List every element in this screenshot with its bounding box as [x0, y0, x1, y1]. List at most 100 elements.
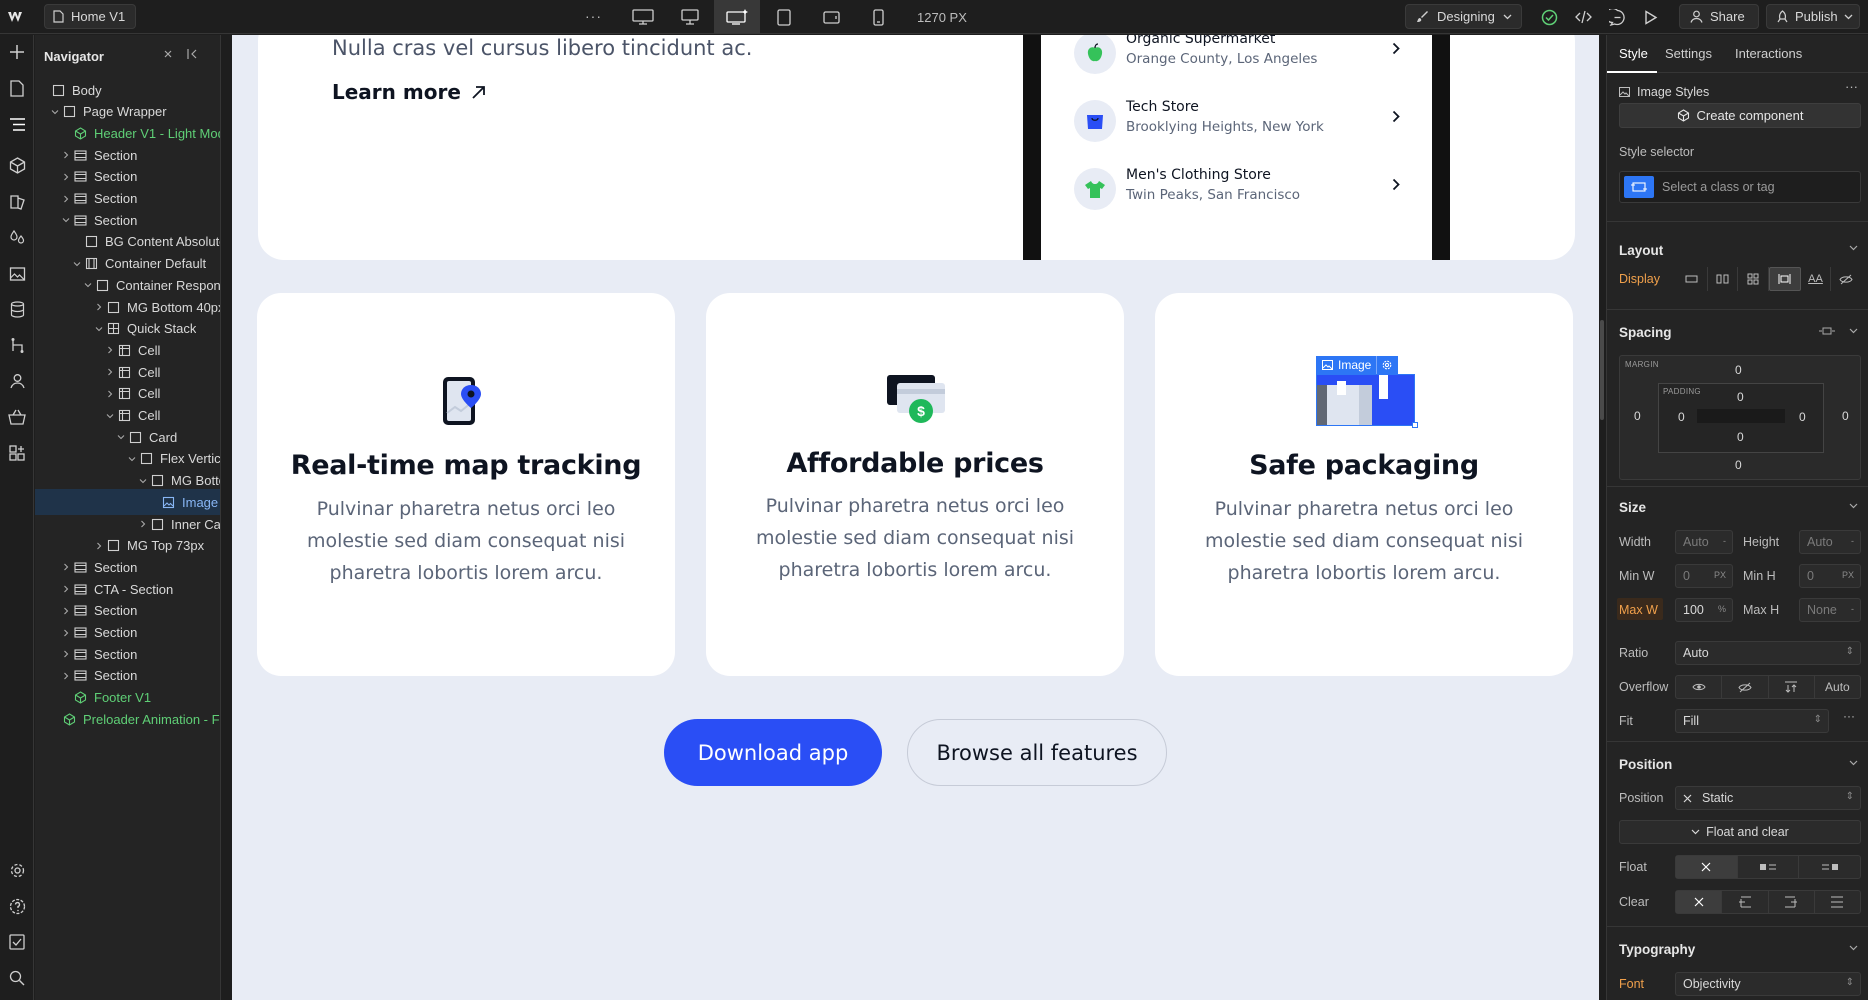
- store-list-item[interactable]: Organic Supermarket Orange County, Los A…: [1074, 35, 1414, 76]
- browse-features-button[interactable]: Browse all features: [907, 719, 1167, 786]
- width-input[interactable]: Auto -: [1675, 530, 1733, 554]
- search-icon[interactable]: [6, 967, 28, 989]
- check-status-icon[interactable]: [1539, 7, 1559, 27]
- clear-none-icon[interactable]: [1676, 891, 1723, 913]
- float-left-icon[interactable]: [1738, 856, 1800, 878]
- chevron-right-icon[interactable]: [61, 562, 71, 572]
- chevron-right-icon[interactable]: [105, 389, 115, 399]
- chevron-right-icon[interactable]: [94, 302, 104, 312]
- assets-icon[interactable]: [6, 262, 28, 284]
- chevron-down-icon[interactable]: [1849, 328, 1858, 334]
- cms-database-icon[interactable]: [6, 298, 28, 320]
- chevron-down-icon[interactable]: [50, 107, 60, 117]
- overflow-visible-icon[interactable]: [1676, 676, 1723, 698]
- styles-drops-icon[interactable]: [6, 226, 28, 248]
- navigator-item[interactable]: Preloader Animation - Fade: [35, 706, 220, 732]
- max-height-input[interactable]: None -: [1799, 598, 1861, 622]
- breakpoint-desktop-icon[interactable]: [667, 0, 713, 34]
- chevron-right-icon[interactable]: [61, 172, 71, 182]
- chevron-right-icon[interactable]: [61, 628, 71, 638]
- learn-more-link[interactable]: Learn more: [332, 80, 486, 104]
- padding-right-value[interactable]: 0: [1799, 410, 1806, 424]
- tab-interactions[interactable]: Interactions: [1735, 46, 1802, 61]
- display-none-icon[interactable]: [1831, 267, 1861, 291]
- resize-handle[interactable]: [1412, 422, 1418, 428]
- overflow-hidden-icon[interactable]: [1722, 676, 1769, 698]
- preview-play-icon[interactable]: [1641, 7, 1661, 27]
- style-selector-input[interactable]: Select a class or tag: [1619, 171, 1861, 203]
- selected-element-tag[interactable]: Image: [1316, 356, 1399, 374]
- breakpoint-tablet-icon[interactable]: [761, 0, 807, 34]
- chevron-down-icon[interactable]: [1849, 945, 1858, 951]
- users-icon[interactable]: [6, 370, 28, 392]
- logic-flow-icon[interactable]: [6, 334, 28, 356]
- settings-gear-icon[interactable]: [6, 859, 28, 881]
- clear-both-icon[interactable]: [1815, 891, 1860, 913]
- more-icon[interactable]: ···: [1845, 79, 1858, 94]
- spacing-section-title[interactable]: Spacing: [1619, 325, 1672, 340]
- clear-left-icon[interactable]: [1722, 891, 1769, 913]
- pages-icon[interactable]: [6, 77, 28, 99]
- chevron-down-icon[interactable]: [1849, 503, 1858, 509]
- chevron-down-icon[interactable]: [1849, 245, 1858, 251]
- overflow-auto-option[interactable]: Auto: [1815, 676, 1860, 698]
- collapse-panel-icon[interactable]: [187, 49, 198, 59]
- float-none-icon[interactable]: [1676, 856, 1738, 878]
- breakpoint-base-icon[interactable]: [714, 0, 760, 34]
- position-select[interactable]: Static ⇕: [1675, 786, 1861, 810]
- display-inline-label[interactable]: AA: [1801, 267, 1832, 291]
- mode-dropdown[interactable]: Designing: [1405, 4, 1522, 29]
- font-select[interactable]: Objectivity ⇕: [1675, 972, 1861, 996]
- chevron-right-icon[interactable]: [61, 649, 71, 659]
- padding-left-value[interactable]: 0: [1678, 410, 1685, 424]
- overflow-scroll-icon[interactable]: [1769, 676, 1815, 698]
- webflow-logo-icon[interactable]: [7, 7, 27, 27]
- padding-bottom-value[interactable]: 0: [1737, 430, 1744, 444]
- ecommerce-basket-icon[interactable]: [6, 406, 28, 428]
- ratio-select[interactable]: Auto ⇕: [1675, 641, 1861, 665]
- chevron-down-icon[interactable]: [127, 454, 137, 464]
- layout-section-title[interactable]: Layout: [1619, 243, 1663, 258]
- fit-select[interactable]: Fill ⇕: [1675, 709, 1829, 733]
- store-list-item[interactable]: Men's Clothing Store Twin Peaks, San Fra…: [1074, 166, 1414, 212]
- chevron-down-icon[interactable]: [94, 324, 104, 334]
- tab-settings[interactable]: Settings: [1665, 46, 1712, 61]
- help-icon[interactable]: [6, 895, 28, 917]
- min-height-input[interactable]: 0 PX: [1799, 564, 1861, 588]
- components-icon[interactable]: [6, 154, 28, 176]
- audit-checkbox-icon[interactable]: [6, 931, 28, 953]
- apps-icon[interactable]: [6, 442, 28, 464]
- height-input[interactable]: Auto -: [1799, 530, 1861, 554]
- chevron-right-icon[interactable]: [61, 606, 71, 616]
- min-width-input[interactable]: 0 PX: [1675, 564, 1733, 588]
- float-right-icon[interactable]: [1799, 856, 1860, 878]
- chevron-right-icon[interactable]: [105, 367, 115, 377]
- float-and-clear-toggle[interactable]: Float and clear: [1619, 820, 1861, 844]
- chevron-down-icon[interactable]: [61, 215, 71, 225]
- breakpoint-desktop-large-icon[interactable]: [620, 0, 666, 34]
- breakpoint-mobile-landscape-icon[interactable]: [808, 0, 854, 34]
- position-section-title[interactable]: Position: [1619, 757, 1672, 772]
- create-component-button[interactable]: Create component: [1619, 103, 1861, 128]
- navigator-icon[interactable]: [6, 113, 28, 135]
- chevron-right-icon[interactable]: [61, 150, 71, 160]
- max-width-input[interactable]: 100%: [1675, 598, 1733, 622]
- page-selector[interactable]: Home V1: [44, 4, 137, 29]
- display-inline-block-icon[interactable]: [1769, 267, 1801, 291]
- close-icon[interactable]: [163, 49, 173, 59]
- typography-section-title[interactable]: Typography: [1619, 942, 1695, 957]
- chevron-down-icon[interactable]: [83, 280, 93, 290]
- chevron-right-icon[interactable]: [105, 345, 115, 355]
- gear-icon[interactable]: [1376, 356, 1392, 374]
- store-list-item[interactable]: Tech Store Brooklying Heights, New York: [1074, 98, 1414, 144]
- add-elements-icon[interactable]: [6, 41, 28, 63]
- code-icon[interactable]: [1573, 7, 1593, 27]
- tab-style[interactable]: Style: [1619, 46, 1648, 61]
- chevron-right-icon[interactable]: [61, 584, 71, 594]
- margin-left-value[interactable]: 0: [1634, 409, 1641, 423]
- variables-icon[interactable]: [6, 190, 28, 212]
- margin-top-value[interactable]: 0: [1735, 363, 1742, 377]
- chevron-down-icon[interactable]: [116, 432, 126, 442]
- margin-bottom-value[interactable]: 0: [1735, 458, 1742, 472]
- canvas-scrollbar-thumb[interactable]: [1600, 320, 1604, 420]
